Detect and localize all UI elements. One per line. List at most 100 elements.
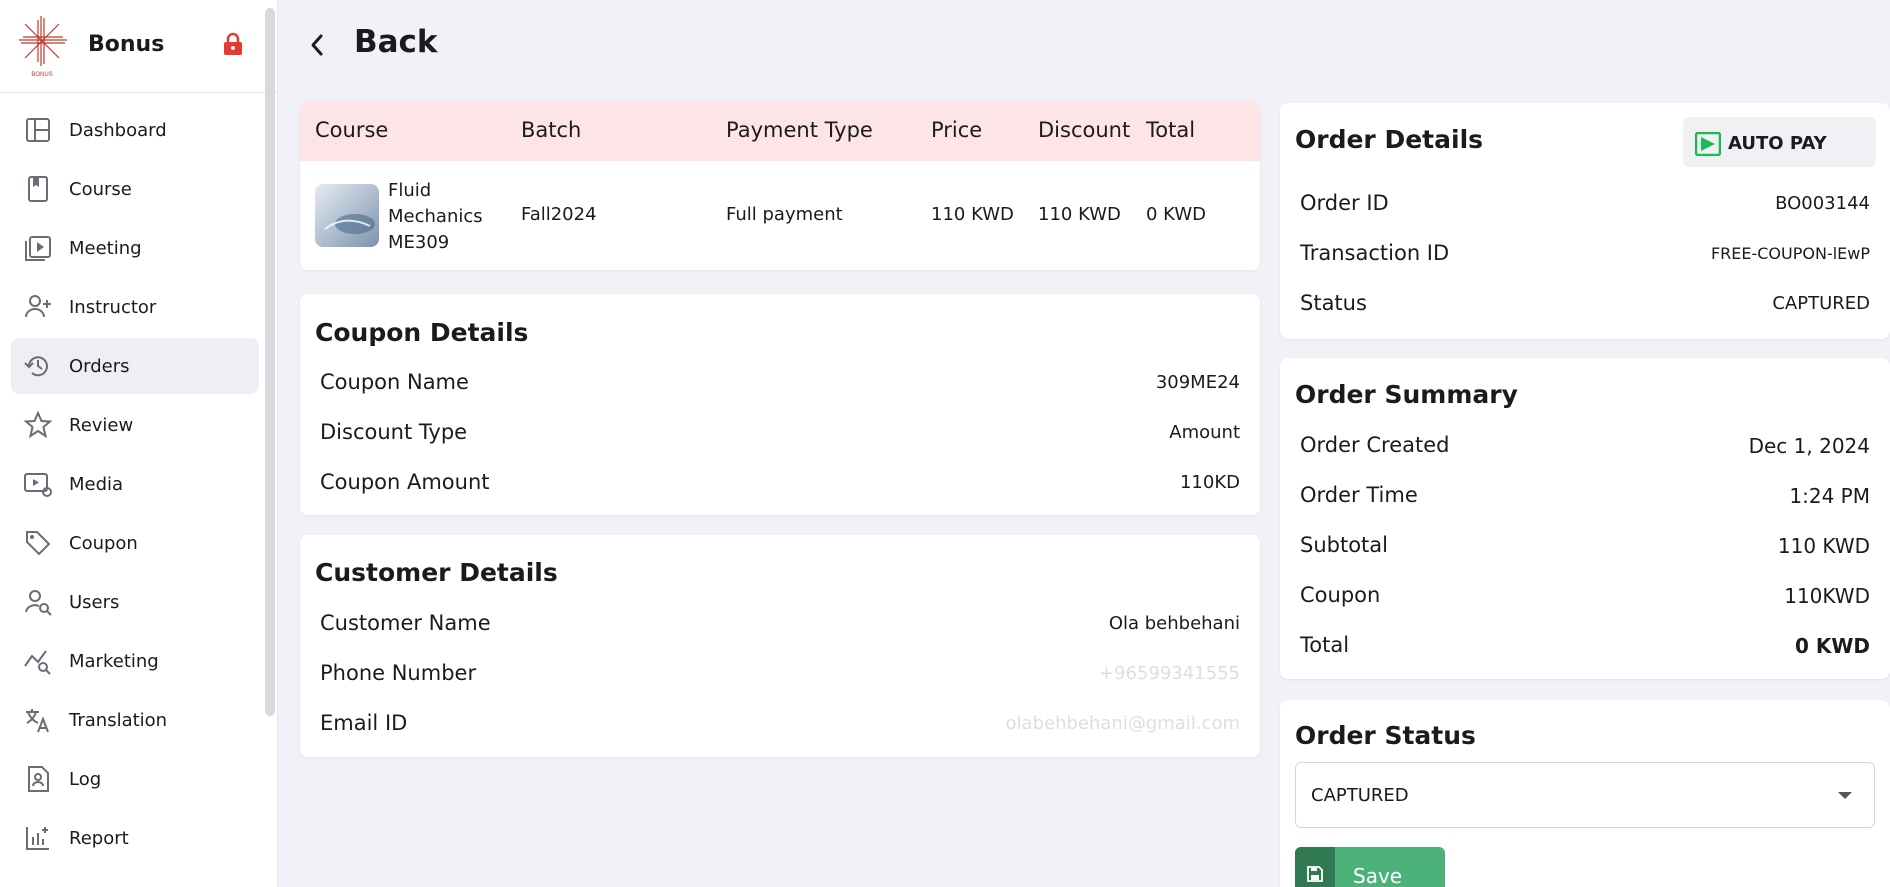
sidebar-item-label: Dashboard [69,119,167,141]
sidebar-item-users[interactable]: Users [11,574,259,630]
order-details-card: Order Details AUTO PAY Order ID BO003144… [1280,103,1890,339]
total-value: 0 KWD [1794,634,1870,658]
sidebar-item-instructor[interactable]: Instructor [11,279,259,335]
sidebar-item-report[interactable]: Report [11,810,259,866]
transaction-id-value: FREE-COUPON-lEwP [1710,244,1870,263]
floppy-disk-icon [1307,866,1323,882]
order-details-title: Order Details [1295,125,1484,154]
discount-type-label: Discount Type [320,420,468,444]
status-value: CAPTURED [1772,293,1870,314]
sidebar-item-translation[interactable]: Translation [11,692,259,748]
sidebar-item-meeting[interactable]: Meeting [11,220,259,276]
log-icon [28,766,49,792]
payment-type-cell: Full payment [726,204,843,225]
autopay-badge: AUTO PAY [1683,117,1876,167]
sidebar-item-label: Coupon [69,532,138,554]
email-id-label: Email ID [320,711,408,735]
coupon-name-label: Coupon Name [320,370,469,394]
save-button[interactable]: Save [1295,847,1445,887]
autopay-label: AUTO PAY [1728,133,1827,154]
sidebar-item-coupon[interactable]: Coupon [11,515,259,571]
sidebar-item-orders[interactable]: Orders [11,338,259,394]
sidebar-item-label: Orders [69,355,130,377]
column-header: Batch [521,118,582,142]
subtotal-value: 110 KWD [1777,534,1870,558]
video-icon [25,236,51,261]
subtotal-label: Subtotal [1300,533,1388,557]
back-chevron-icon[interactable] [305,30,329,60]
logo-text: BONUS [31,72,52,78]
sidebar: BONUS Bonus Dashboard Course Meeting Ins… [0,0,278,887]
book-icon [28,176,48,202]
coupon-details-card: Coupon Details Coupon Name 309ME24 Disco… [300,294,1260,515]
sidebar-item-label: Meeting [69,237,142,259]
save-button-label: Save [1353,864,1403,887]
column-header: Discount [1038,118,1131,142]
order-summary-card: Order Summary Order Created Dec 1, 2024 … [1280,358,1890,679]
sidebar-item-label: Review [69,414,134,436]
status-label: Status [1300,291,1367,315]
autopay-logo-icon [1695,132,1721,156]
table-header: Course Batch Payment Type Price Discount… [300,100,1260,161]
order-id-value: BO003144 [1775,193,1870,214]
column-header: Total [1146,118,1196,142]
order-summary-title: Order Summary [1295,380,1518,409]
coupon-value: 110KWD [1784,584,1870,608]
sidebar-item-label: Log [69,768,102,790]
order-status-selected-value: CAPTURED [1311,785,1409,806]
coupon-details-title: Coupon Details [315,318,529,347]
user-search-icon [25,590,52,616]
sidebar-scrollbar[interactable] [265,8,275,716]
lock-icon[interactable] [222,32,244,56]
media-settings-icon [24,473,52,497]
course-name: Fluid Mechanics ME309 [388,180,483,253]
column-header: Price [931,118,983,142]
sidebar-item-media[interactable]: Media [11,456,259,512]
bonus-logo: BONUS [19,16,67,78]
sidebar-item-log[interactable]: Log [11,751,259,807]
coupon-name-value: 309ME24 [1155,372,1240,393]
order-created-label: Order Created [1300,433,1450,457]
sidebar-item-review[interactable]: Review [11,397,259,453]
sidebar-item-marketing[interactable]: Marketing [11,633,259,689]
batch-cell: Fall2024 [521,204,597,225]
sidebar-item-label: Translation [69,709,168,731]
sidebar-item-dashboard[interactable]: Dashboard [11,102,259,158]
order-status-select[interactable]: CAPTURED [1295,762,1875,828]
brand-name: Bonus [88,32,165,57]
total-cell: 0 KWD [1146,204,1206,225]
column-header: Course [315,118,389,142]
coupon-amount-label: Coupon Amount [320,470,490,494]
customer-details-title: Customer Details [315,558,558,587]
order-id-label: Order ID [1300,191,1389,215]
sidebar-item-label: Instructor [69,296,157,318]
back-button[interactable]: Back [354,24,438,60]
sidebar-item-label: Users [69,591,120,613]
discount-cell: 110 KWD [1038,204,1121,225]
chart-search-icon [24,650,51,675]
coupon-amount-value: 110KD [1179,472,1240,493]
customer-name-value: Ola behbehani [1108,613,1240,634]
sidebar-item-label: Media [69,473,124,495]
save-icon-box [1295,847,1335,887]
sidebar-item-label: Report [69,827,129,849]
phone-number-label: Phone Number [320,661,477,685]
phone-number-value: +96599341555 [1098,663,1240,684]
course-table: Course Batch Payment Type Price Discount… [300,100,1260,270]
customer-details-card: Customer Details Customer Name Ola behbe… [300,535,1260,757]
history-icon [24,356,48,377]
chevron-down-icon [1838,792,1852,799]
course-thumbnail [315,184,379,247]
dashboard-icon [26,118,50,142]
order-time-value: 1:24 PM [1789,484,1870,508]
translate-icon [26,709,49,733]
order-status-card: Order Status CAPTURED Save [1280,700,1890,887]
sidebar-item-course[interactable]: Course [11,161,259,217]
brand-header: BONUS Bonus [0,0,278,93]
coupon-label: Coupon [1300,583,1381,607]
sidebar-item-label: Course [69,178,132,200]
order-time-label: Order Time [1300,483,1418,507]
order-created-value: Dec 1, 2024 [1748,434,1870,458]
star-icon [23,410,53,439]
price-cell: 110 KWD [931,204,1014,225]
